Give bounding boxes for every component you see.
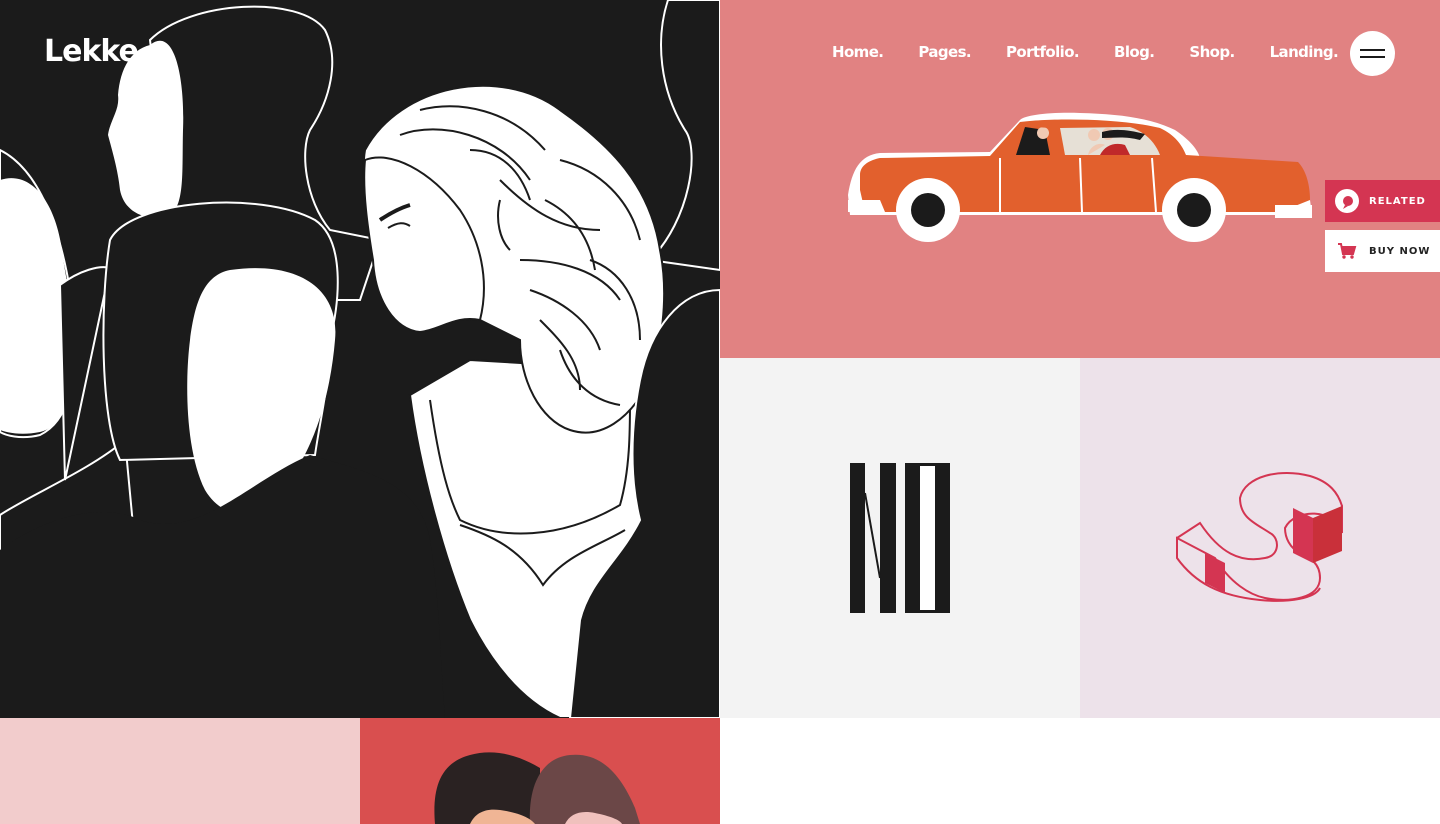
nav-item-portfolio[interactable]: Portfolio. [1006,43,1080,61]
main-nav: Home. Pages. Portfolio. Blog. Shop. Land… [832,43,1339,61]
menu-button[interactable] [1350,31,1395,76]
portfolio-tile-women[interactable] [0,0,720,718]
hamburger-icon-bar [1360,56,1385,58]
buy-now-label: BUY NOW [1369,245,1431,257]
buy-now-button[interactable]: BUY NOW [1325,230,1440,272]
women-illustration [0,0,720,718]
nav-item-pages[interactable]: Pages. [918,43,971,61]
cart-icon [1335,239,1359,263]
nav-item-blog[interactable]: Blog. [1114,43,1155,61]
portfolio-tile-letters[interactable] [720,358,1080,718]
related-button[interactable]: RELATED [1325,180,1440,222]
hamburger-icon [1360,49,1385,51]
letters-no-illustration [850,463,950,613]
nav-item-home[interactable]: Home. [832,43,884,61]
related-label: RELATED [1369,195,1426,207]
portfolio-tile-3d-s[interactable] [1080,358,1440,718]
brand-logo[interactable]: Lekke [44,34,139,69]
related-icon [1335,189,1359,213]
portfolio-tile-pink[interactable] [0,718,360,824]
portfolio-tile-couple[interactable] [360,718,720,824]
nav-item-shop[interactable]: Shop. [1189,43,1235,61]
3d-s-illustration [1176,472,1343,602]
couple-illustration [434,752,640,824]
nav-item-landing[interactable]: Landing. [1270,43,1339,61]
